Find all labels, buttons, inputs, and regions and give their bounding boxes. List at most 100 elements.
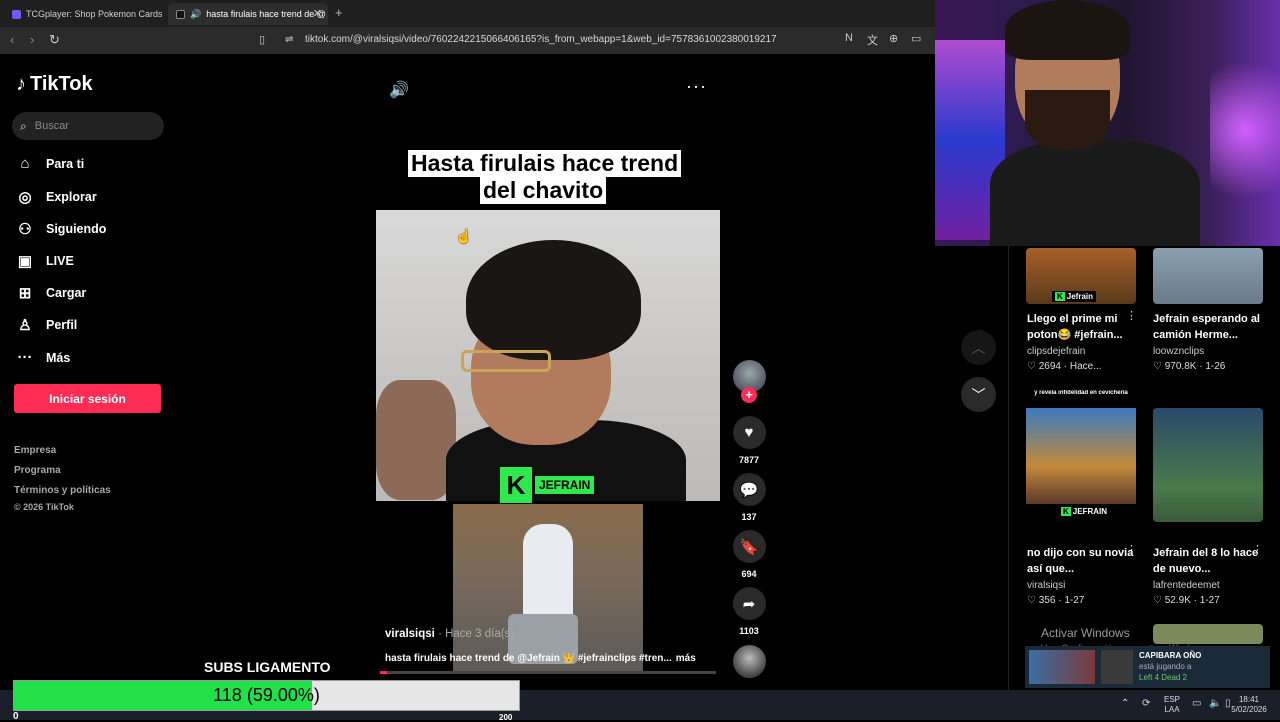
reco-badge: K Jefrain — [1052, 291, 1097, 302]
tab-tiktok[interactable]: 🔊 hasta firulais hace trend de @ ✕ — [168, 3, 328, 25]
share-button[interactable]: ➦ 1103 — [731, 587, 767, 636]
reco-title[interactable]: Jefrain del 8 lo hace de nuevo... — [1153, 545, 1263, 577]
reco-likes: 970.8K — [1164, 361, 1197, 372]
comment-button[interactable]: 💬 137 — [731, 473, 767, 522]
bookmark-icon: 🔖 — [732, 530, 766, 563]
zoom-icon[interactable]: ⊕ — [889, 32, 898, 45]
reco-time: 1-27 — [1199, 595, 1220, 606]
reco-likes: 2694 — [1038, 361, 1061, 372]
badge-text: JEFRAIN — [1072, 507, 1108, 516]
reco-user[interactable]: lafrentedeemet — [1153, 580, 1220, 591]
tab-label: TCGplayer: Shop Pokemon Cards, Pa — [26, 9, 162, 19]
kick-k-icon: K — [1061, 507, 1071, 516]
following-icon: ⚇ — [18, 221, 32, 238]
network-icon[interactable]: ▭ — [1192, 698, 1201, 709]
tiktok-logo[interactable]: ♪ TikTok — [16, 73, 93, 96]
reco-user[interactable]: viralsiqsi — [1027, 580, 1065, 591]
sidebar-item-perfil[interactable]: ♙ Perfil — [16, 316, 77, 334]
badge-name: JEFRAIN — [535, 476, 595, 494]
close-tab-icon[interactable]: ✕ — [313, 7, 322, 20]
bookmark-icon[interactable]: ▯ — [259, 33, 265, 46]
clock[interactable]: 18:41 5/02/2026 — [1226, 695, 1272, 715]
reco-overlay-text: y revela infidelidad en cevichería — [1034, 390, 1128, 396]
video-progress-bar[interactable] — [380, 671, 716, 674]
tanktop-shape — [990, 140, 1200, 246]
brand-name: TikTok — [30, 73, 93, 95]
notification-thumb — [1029, 650, 1095, 684]
volume-icon[interactable]: 🔊 — [389, 80, 409, 100]
reco-more-icon[interactable]: ⋮ — [1126, 543, 1137, 556]
reco-user[interactable]: loowznclips — [1153, 346, 1204, 357]
tray-chevron-up-icon[interactable]: ⌃ — [1121, 698, 1129, 709]
reco-image — [1026, 408, 1136, 504]
footer-link-terminos[interactable]: Términos y políticas — [14, 485, 111, 496]
save-button[interactable]: 🔖 694 — [731, 530, 767, 579]
site-info-icon[interactable]: ⇌ — [285, 34, 293, 45]
sidebar-item-cargar[interactable]: ⊞ Cargar — [16, 284, 87, 302]
sidebar-item-siguiendo[interactable]: ⚇ Siguiendo — [16, 220, 106, 238]
sidebar-item-label: Para ti — [46, 156, 85, 171]
reco-more-icon[interactable]: ⋮ — [1252, 543, 1263, 556]
hair-shape — [1005, 0, 1130, 60]
reco-time: Hace... — [1069, 361, 1102, 372]
more-options-icon[interactable]: ··· — [686, 76, 707, 97]
reco-thumb[interactable] — [1153, 408, 1263, 522]
reco-thumb[interactable] — [1153, 248, 1263, 304]
reco-user[interactable]: clipsdejefrain — [1027, 346, 1085, 357]
footer-link-programa[interactable]: Programa — [14, 465, 61, 476]
forward-icon[interactable]: › — [30, 32, 34, 47]
back-icon[interactable]: ‹ — [10, 32, 14, 47]
notification-game: Left 4 Dead 2 — [1139, 673, 1188, 682]
clock-time: 18:41 — [1238, 695, 1260, 704]
share-icon: ➦ — [732, 587, 766, 620]
cast-icon[interactable]: ▭ — [911, 32, 921, 45]
tray-sync-icon[interactable]: ⟳ — [1142, 698, 1150, 709]
volume-tray-icon[interactable]: 🔈 — [1209, 698, 1221, 709]
tab-tcgplayer[interactable]: TCGplayer: Shop Pokemon Cards, Pa — [4, 3, 162, 25]
more-link[interactable]: más — [676, 653, 696, 664]
tcgplayer-favicon-icon — [12, 9, 21, 19]
reload-icon[interactable]: ↻ — [49, 32, 60, 48]
windows-activation-title: Activar Windows — [1041, 626, 1130, 640]
notification-title: CAPIBARA OÑO — [1139, 651, 1202, 660]
new-tab-icon[interactable]: + — [335, 5, 343, 20]
like-button[interactable]: ♥ 7877 — [731, 416, 767, 465]
streamer-webcam — [935, 0, 1280, 246]
beard-shape — [1025, 90, 1110, 150]
reader-icon[interactable]: N — [845, 32, 853, 44]
sidebar-item-para-ti[interactable]: ⌂ Para ti — [16, 155, 84, 172]
sidebar-item-mas[interactable]: ··· Más — [16, 349, 71, 366]
reco-time: 1-26 — [1205, 361, 1226, 372]
language-indicator[interactable]: ESP LAA — [1160, 695, 1184, 715]
reco-title[interactable]: no dijo con su novia así que... — [1027, 545, 1137, 577]
reco-thumb[interactable] — [1153, 624, 1263, 644]
video-description: hasta firulais hace trend de @Jefrain 👑 … — [385, 653, 696, 664]
comment-count: 137 — [741, 512, 757, 522]
reco-thumb[interactable]: K Jefrain — [1026, 248, 1136, 304]
reco-title[interactable]: Jefrain esperando al camión Herme... — [1153, 311, 1263, 343]
previous-video-button[interactable]: ︿ — [961, 330, 996, 365]
sound-avatar[interactable] — [733, 645, 766, 678]
translate-icon[interactable]: 文 — [867, 32, 878, 48]
home-icon: ⌂ — [20, 155, 30, 172]
login-button[interactable]: Iniciar sesión — [14, 384, 161, 413]
sidebar-item-live[interactable]: ▣ LIVE — [16, 252, 74, 270]
reco-thumb[interactable]: y revela infidelidad en cevichería K JEFR… — [1026, 390, 1136, 522]
author-name[interactable]: viralsiqsi — [385, 628, 435, 640]
video-author[interactable]: viralsiqsi · Hace 3 día(s) — [385, 628, 514, 640]
language-code: ESP — [1163, 695, 1180, 704]
video-frame-bottom[interactable] — [453, 504, 643, 674]
footer-link-empresa[interactable]: Empresa — [14, 445, 56, 456]
reco-more-icon[interactable]: ⋮ — [1126, 309, 1137, 322]
sidebar-item-explorar[interactable]: ◎ Explorar — [16, 188, 96, 206]
next-video-button[interactable]: ﹀ — [961, 377, 996, 412]
follow-plus-icon[interactable]: + — [741, 387, 757, 403]
post-time: · Hace 3 día(s) — [434, 628, 515, 640]
url-input[interactable]: tiktok.com/@viralsiqsi/video/76022422150… — [305, 34, 777, 45]
reco-title[interactable]: Llego el prime mi poton😂 #jefrain... — [1027, 311, 1137, 343]
steam-notification[interactable]: CAPIBARA OÑO está jugando a Left 4 Dead … — [1025, 646, 1270, 688]
share-count: 1103 — [739, 626, 759, 636]
reco-likes: 356 — [1038, 595, 1056, 606]
video-frame-top[interactable] — [376, 210, 720, 501]
search-input[interactable]: ⌕ Buscar — [12, 112, 164, 140]
